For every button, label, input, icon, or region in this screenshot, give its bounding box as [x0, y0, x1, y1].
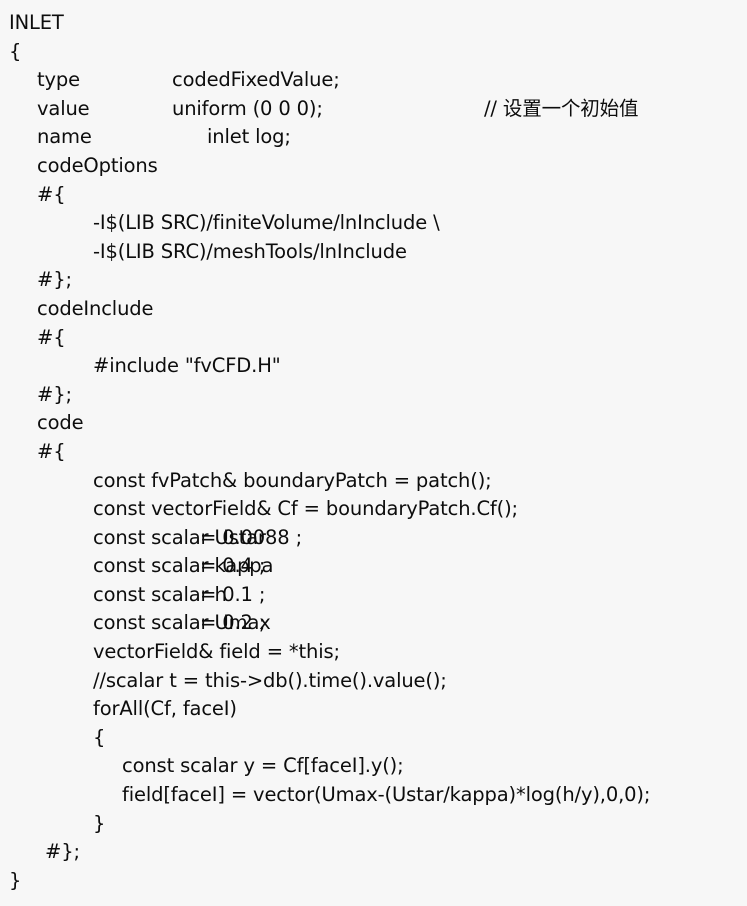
code-line-code-include-open: #{: [0, 324, 747, 353]
include-path-finitevolume-text: -I$(LIB SRC)/finiteVolume/lnInclude \: [93, 211, 440, 235]
code-close-delim: #};: [45, 840, 80, 864]
code-line-forall: forAll(Cf, faceI): [0, 695, 747, 724]
scalar-kappa-assign: = 0.4 ;: [200, 554, 266, 578]
open-brace-text: {: [9, 39, 22, 63]
loop-close-brace-text: }: [93, 811, 106, 835]
include-path-meshtools-text: -I$(LIB SRC)/meshTools/lnInclude: [93, 239, 407, 263]
code-line-loop-scalar-y: const scalar y = Cf[faceI].y();: [0, 752, 747, 781]
code-line-include-path-meshtools: -I$(LIB SRC)/meshTools/lnInclude: [0, 238, 747, 267]
code-line-scalar-umax: const scalar Umax = 0.2 ;: [0, 609, 747, 638]
code-line-code-options-close: #};: [0, 266, 747, 295]
loop-open-brace-text: {: [93, 725, 106, 749]
code-line-commented-time: //scalar t = this->db().time().value();: [0, 667, 747, 696]
code-open-delim: #{: [37, 439, 66, 463]
type-value: codedFixedValue;: [172, 68, 340, 92]
code-include-key: codeInclude: [37, 296, 154, 320]
code-line-loop-close-brace: }: [0, 810, 747, 839]
code-options-open-delim: #{: [37, 182, 66, 206]
code-line-boundary-patch: const fvPatch& boundaryPatch = patch();: [0, 467, 747, 496]
value-value: uniform (0 0 0);: [172, 96, 323, 120]
code-line-code-options-key: codeOptions: [0, 152, 747, 181]
block-name-text: INLET: [9, 11, 64, 34]
code-line-cf-decl: const vectorField& Cf = boundaryPatch.Cf…: [0, 495, 747, 524]
code-line-code-include-key: codeInclude: [0, 295, 747, 324]
loop-scalar-y-text: const scalar y = Cf[faceI].y();: [122, 754, 404, 778]
scalar-h-assign: = 0.1 ;: [200, 582, 266, 606]
code-line-scalar-ustar: const scalar Ustar = 0.0088 ;: [0, 524, 747, 553]
include-fvcfd-text: #include "fvCFD.H": [93, 354, 281, 378]
code-line-code-close: #};: [0, 838, 747, 867]
code-include-open-delim: #{: [37, 325, 66, 349]
code-line-open-brace: {: [0, 38, 747, 67]
code-line-value: value uniform (0 0 0); // 设置一个初始值: [0, 95, 747, 124]
name-key: name: [37, 125, 92, 149]
code-lines-container: INLET { type codedFixedValue; value unifor…: [0, 9, 747, 895]
code-include-close-delim: #};: [37, 382, 72, 406]
code-line-include-fvcfd: #include "fvCFD.H": [0, 352, 747, 381]
code-line-code-include-close: #};: [0, 381, 747, 410]
code-line-code-key: code: [0, 409, 747, 438]
value-comment: // 设置一个初始值: [484, 96, 639, 120]
field-decl-text: vectorField& field = *this;: [93, 640, 340, 664]
boundary-patch-text: const fvPatch& boundaryPatch = patch();: [93, 468, 492, 492]
scalar-umax-assign: = 0.2 ;: [200, 611, 266, 635]
scalar-ustar-assign: = 0.0088 ;: [200, 525, 303, 549]
code-options-key: codeOptions: [37, 153, 158, 177]
value-key: value: [37, 96, 90, 120]
name-value: inlet log;: [207, 125, 291, 149]
code-line-code-open: #{: [0, 438, 747, 467]
code-line-name: name inlet log;: [0, 123, 747, 152]
code-line-loop-open-brace: {: [0, 724, 747, 753]
code-line-block-name: INLET: [0, 9, 747, 38]
code-line-scalar-kappa: const scalar kappa = 0.4 ;: [0, 552, 747, 581]
loop-field-assign-text: field[faceI] = vector(Umax-(Ustar/kappa)…: [122, 783, 651, 807]
close-brace-text: }: [9, 868, 22, 892]
code-line-scalar-h: const scalar h = 0.1 ;: [0, 581, 747, 610]
code-options-close-delim: #};: [37, 268, 72, 292]
code-line-field-decl: vectorField& field = *this;: [0, 638, 747, 667]
code-snippet-panel: INLET { type codedFixedValue; value unifor…: [0, 0, 747, 906]
code-key: code: [37, 411, 84, 435]
type-key: type: [37, 68, 80, 92]
code-line-loop-field-assign: field[faceI] = vector(Umax-(Ustar/kappa)…: [0, 781, 747, 810]
code-line-close-brace: }: [0, 867, 747, 896]
forall-text: forAll(Cf, faceI): [93, 697, 237, 721]
code-line-type: type codedFixedValue;: [0, 66, 747, 95]
code-line-code-options-open: #{: [0, 181, 747, 210]
cf-decl-text: const vectorField& Cf = boundaryPatch.Cf…: [93, 497, 518, 521]
commented-time-text: //scalar t = this->db().time().value();: [93, 668, 447, 692]
code-line-include-path-finitevolume: -I$(LIB SRC)/finiteVolume/lnInclude \: [0, 209, 747, 238]
